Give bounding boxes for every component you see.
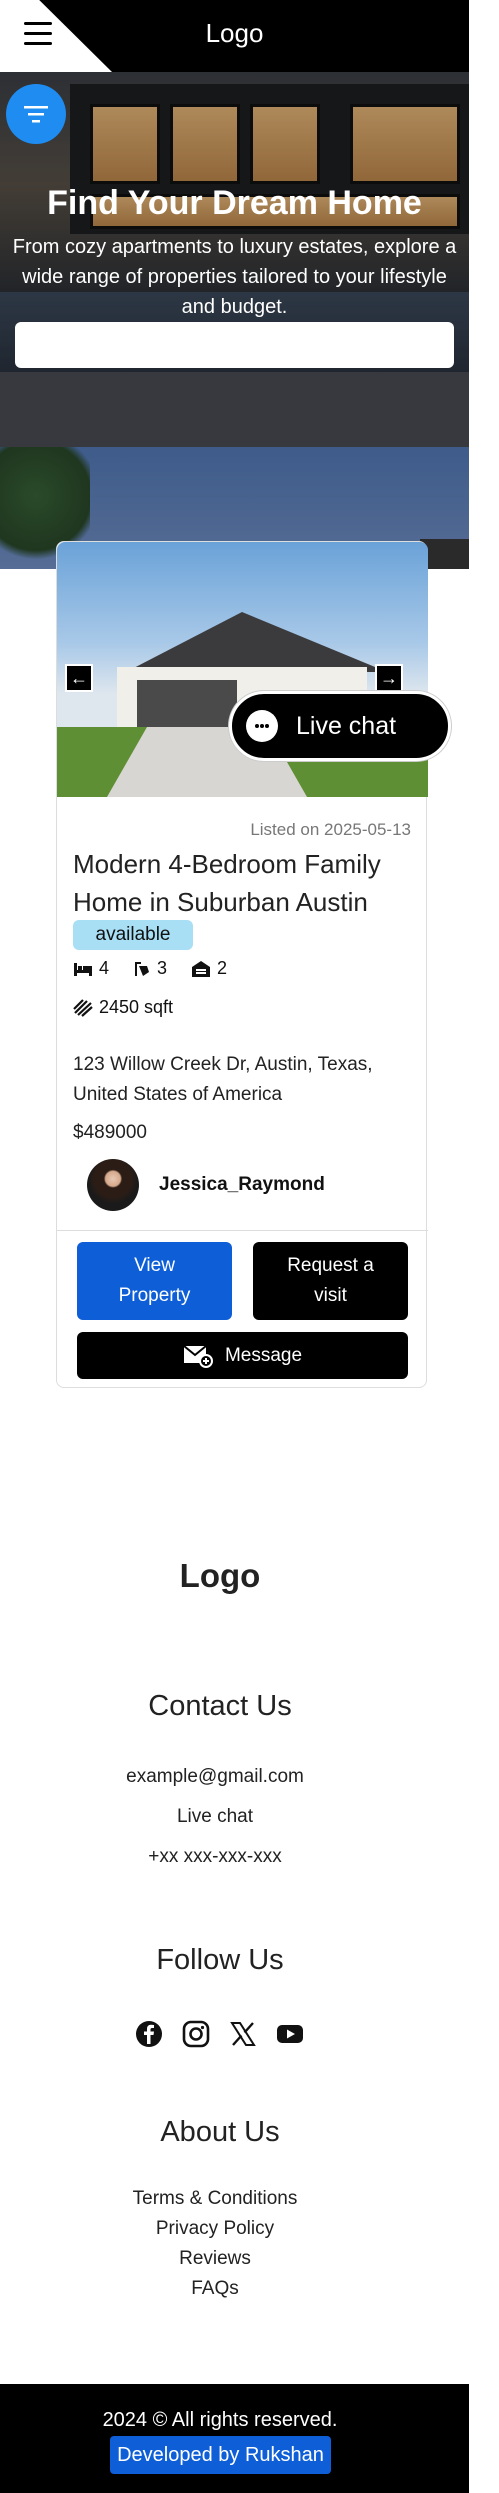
follow-heading: Follow Us (156, 1944, 284, 1976)
request-visit-label: Request a visit (287, 1255, 374, 1306)
area-value: 2450 sqft (99, 997, 174, 1017)
hero-subtitle: From cozy apartments to luxury estates, … (12, 236, 457, 318)
contact-heading: Contact Us (148, 1690, 292, 1722)
link-privacy[interactable]: Privacy Policy (0, 2218, 430, 2240)
agent-name: Jessica_Raymond (159, 1174, 325, 1195)
contact-email[interactable]: example@gmail.com (0, 1766, 430, 1788)
beds-count: 4 (99, 958, 110, 978)
search-input[interactable] (15, 322, 454, 368)
garage-icon (192, 960, 211, 977)
property-price: $489000 (73, 1122, 147, 1143)
copyright-text: 2024 © All rights reserved. (102, 2409, 338, 2431)
contact-live-chat[interactable]: Live chat (0, 1806, 430, 1828)
message-button[interactable]: Message (77, 1332, 408, 1379)
property-title: Modern 4-Bedroom Family Home in Suburban… (73, 849, 381, 917)
view-property-button[interactable]: View Property (77, 1242, 232, 1320)
facebook-icon[interactable] (134, 2019, 163, 2048)
area-icon (73, 998, 93, 1017)
link-terms[interactable]: Terms & Conditions (0, 2188, 430, 2210)
footer-logo[interactable]: Logo (0, 1557, 440, 1595)
view-property-label: View Property (118, 1255, 191, 1306)
live-chat-label: Live chat (296, 711, 397, 740)
agent-info[interactable]: Jessica_Raymond (87, 1159, 325, 1211)
contact-phone: +xx xxx-xxx-xxx (148, 1846, 282, 1867)
property-specs: 4 3 2 (73, 958, 227, 979)
live-chat-button[interactable]: Live chat (229, 691, 451, 761)
property-address: 123 Willow Creek Dr, Austin, Texas, Unit… (73, 1054, 373, 1105)
social-links (134, 2019, 304, 2048)
message-icon (183, 1344, 213, 1368)
x-icon[interactable] (228, 2019, 257, 2048)
status-badge: available (73, 920, 193, 950)
divider (57, 1230, 428, 1231)
garage-count: 2 (217, 958, 228, 978)
hero-section: Find Your Dream Home From cozy apartment… (0, 72, 469, 447)
footer-bottom-bar: 2024 © All rights reserved. Developed by… (0, 2384, 469, 2493)
youtube-icon[interactable] (275, 2019, 304, 2048)
baths-count: 3 (157, 958, 168, 978)
next-image-button[interactable]: → (375, 664, 403, 692)
request-visit-button[interactable]: Request a visit (253, 1242, 408, 1320)
chat-bubble-icon (246, 710, 278, 742)
bath-icon (135, 961, 150, 976)
link-faqs[interactable]: FAQs (0, 2278, 430, 2300)
previous-image-button[interactable]: ← (65, 664, 93, 692)
filter-button[interactable] (6, 84, 66, 144)
avatar (87, 1159, 139, 1211)
arrow-right-icon: → (380, 667, 398, 688)
filter-icon (24, 106, 48, 123)
message-label: Message (224, 1344, 303, 1366)
top-navbar: Logo (0, 0, 469, 72)
arrow-left-icon: ← (70, 667, 88, 688)
property-area: 2450 sqft (73, 997, 173, 1018)
developer-link[interactable]: Developed by Rukshan (110, 2436, 331, 2474)
listed-date: Listed on 2025-05-13 (250, 820, 411, 839)
bed-icon (74, 962, 92, 976)
link-reviews[interactable]: Reviews (0, 2248, 430, 2270)
header-logo[interactable]: Logo (0, 18, 469, 49)
instagram-icon[interactable] (181, 2019, 210, 2048)
property-card: ← → Listed on 2025-05-13 Modern 4-Bedroo… (56, 541, 428, 1388)
hero-title: Find Your Dream Home (47, 184, 422, 222)
about-heading: About Us (160, 2116, 280, 2148)
